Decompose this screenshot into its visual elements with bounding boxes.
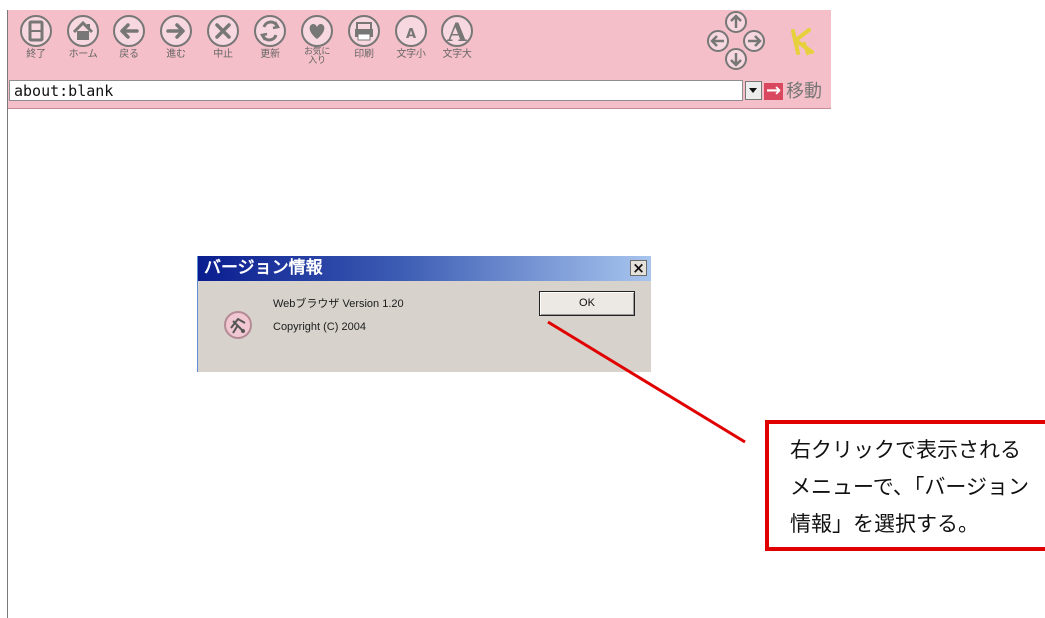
refresh-icon (254, 15, 286, 47)
exit-icon (20, 15, 52, 47)
large-a-glyph: A (446, 18, 467, 47)
exit-label: 終了 (26, 49, 46, 60)
back-arrow-icon (113, 15, 145, 47)
refresh-label: 更新 (260, 49, 280, 60)
version-text: Webブラウザ Version 1.20 (273, 298, 404, 310)
address-input[interactable]: about:blank (9, 80, 743, 101)
favorites-label: お気に 入り (303, 47, 331, 66)
ok-button[interactable]: OK (539, 291, 635, 316)
small-text-label: 文字小 (396, 49, 426, 60)
forward-arrow-icon (160, 15, 192, 47)
large-text-label: 文字大 (442, 49, 472, 60)
address-bar: about:blank → 移動 (8, 78, 831, 109)
app-logo-icon (224, 311, 252, 339)
large-text-icon: A (441, 15, 473, 47)
stop-label: 中止 (213, 49, 233, 60)
browser-toolbar: 終了 ホーム 戻る 進む 中止 更新 お気に 入り 印刷 A 文字小 A 文字大 (8, 10, 831, 78)
exit-button[interactable]: 終了 (15, 14, 57, 72)
address-dropdown-button[interactable] (745, 81, 762, 100)
print-button[interactable]: 印刷 (343, 14, 385, 72)
copyright-text: Copyright (C) 2004 (273, 321, 366, 333)
chevron-down-icon (749, 88, 757, 93)
large-text-button[interactable]: A 文字大 (436, 14, 478, 72)
instruction-line-3: 情報」を選択する。 (790, 513, 979, 536)
small-a-glyph: A (406, 27, 416, 42)
printer-icon (348, 15, 380, 47)
home-button[interactable]: ホーム (62, 14, 104, 72)
close-button[interactable]: × (630, 260, 647, 276)
home-icon (67, 15, 99, 47)
instruction-line-1: 右クリックで表示される (790, 439, 1021, 462)
stop-icon (207, 15, 239, 47)
version-dialog: バージョン情報 × Webブラウザ Version 1.20 Copyright… (197, 256, 651, 372)
back-label: 戻る (119, 49, 139, 60)
small-text-icon: A (395, 15, 427, 47)
forward-button[interactable]: 進む (155, 14, 197, 72)
right-arrow-icon: → (764, 80, 783, 101)
small-text-button[interactable]: A 文字小 (390, 14, 432, 72)
favorite-heart-icon (301, 15, 333, 47)
refresh-button[interactable]: 更新 (249, 14, 291, 72)
instruction-line-2: メニューで、「バージョン (790, 476, 1029, 499)
back-button[interactable]: 戻る (108, 14, 150, 72)
forward-label: 進む (166, 49, 186, 60)
direction-arrows-icon[interactable] (696, 10, 778, 72)
go-button[interactable]: → 移動 (764, 79, 831, 104)
stop-button[interactable]: 中止 (202, 14, 244, 72)
favorites-button[interactable]: お気に 入り (296, 14, 338, 72)
dialog-title: バージョン情報 (204, 258, 323, 278)
print-label: 印刷 (354, 49, 374, 60)
instruction-callout: 右クリックで表示される メニューで、「バージョン 情報」を選択する。 (765, 420, 1045, 551)
go-label: 移動 (786, 80, 822, 102)
home-label: ホーム (68, 49, 98, 60)
dialog-titlebar[interactable]: バージョン情報 × (198, 256, 651, 281)
browser-logo-icon (791, 28, 814, 56)
